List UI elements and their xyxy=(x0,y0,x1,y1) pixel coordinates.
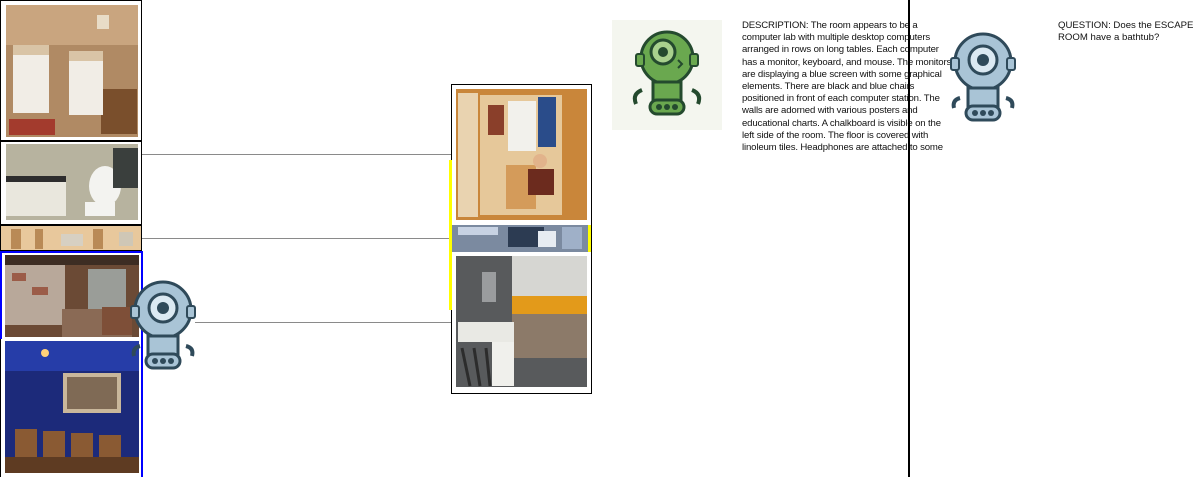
room-image-bathroom[interactable] xyxy=(0,141,142,225)
room-image-home-theater[interactable] xyxy=(0,339,143,477)
room-image-computer-lab[interactable] xyxy=(0,225,142,251)
room-image-computer-lab-right[interactable] xyxy=(452,225,591,252)
panel-divider xyxy=(908,0,910,477)
question-text: QUESTION: Does the ESCAPE ROOM have a ba… xyxy=(1058,20,1194,44)
robot-icon-green-card xyxy=(612,20,722,130)
room-image-closet[interactable] xyxy=(452,85,591,224)
connector-line-2 xyxy=(140,238,452,239)
connector-line-3 xyxy=(195,322,452,323)
connector-line-1 xyxy=(140,154,452,155)
description-text: DESCRIPTION: The room appears to be a co… xyxy=(742,20,952,154)
room-image-bedroom[interactable] xyxy=(0,0,142,141)
room-image-basement[interactable] xyxy=(0,251,143,339)
robot-icon-agent-1 xyxy=(128,278,198,372)
robot-icon-agent-2 xyxy=(946,32,1020,124)
room-image-kitchen[interactable] xyxy=(452,252,591,393)
